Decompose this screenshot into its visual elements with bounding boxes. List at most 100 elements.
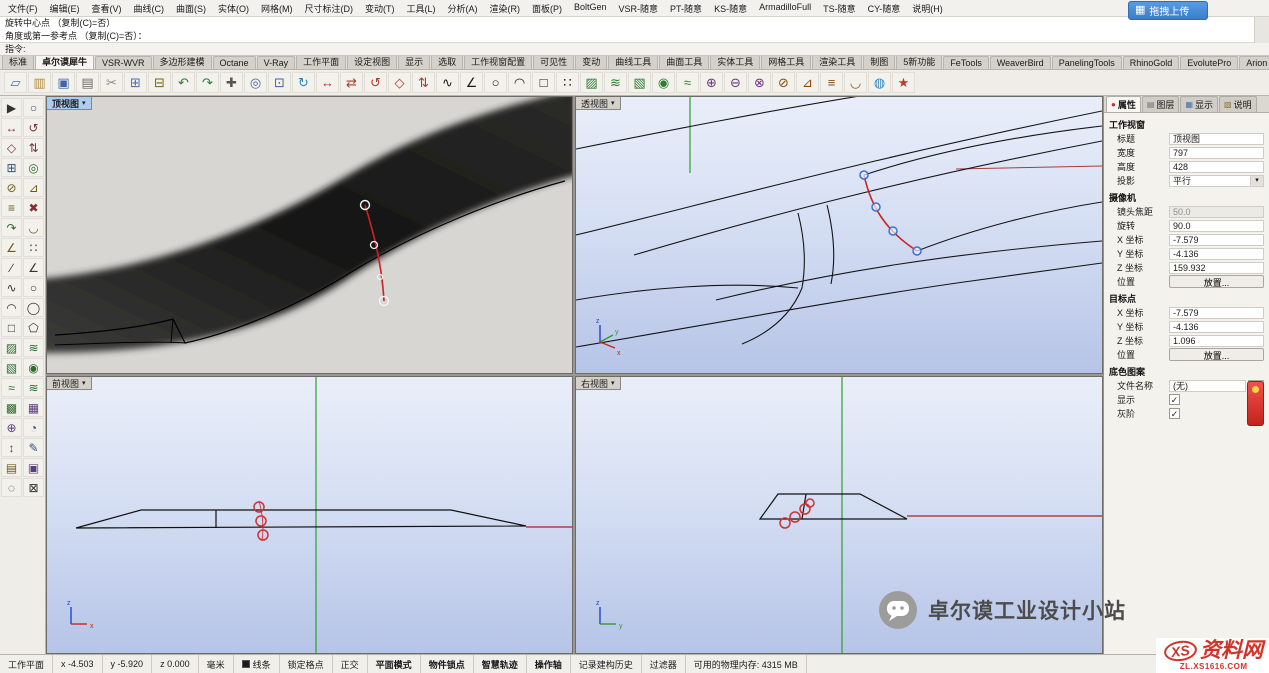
chevron-down-icon[interactable]: ▾	[611, 99, 615, 107]
circle-icon[interactable]: ○	[23, 278, 44, 297]
text-icon[interactable]: ✎	[23, 438, 44, 457]
tab-WeaverBird[interactable]: WeaverBird	[990, 56, 1051, 69]
menu-item-CY-随意[interactable]: CY-随意	[862, 1, 907, 16]
polyline-icon[interactable]: ∠	[23, 258, 44, 277]
property-value-field[interactable]: 428	[1169, 161, 1264, 173]
tab-实体工具[interactable]: 实体工具	[710, 56, 760, 69]
rotate-icon[interactable]: ↺	[23, 118, 44, 137]
property-value-field[interactable]: 50.0	[1169, 206, 1264, 218]
menu-item-说明(H)[interactable]: 说明(H)	[906, 1, 949, 16]
rectangle-icon[interactable]: □	[1, 318, 22, 337]
tab-变动[interactable]: 变动	[575, 56, 607, 69]
menu-item-ArmadilloFull[interactable]: ArmadilloFull	[753, 1, 817, 16]
menu-item-文件(F)[interactable]: 文件(F)	[2, 1, 44, 16]
lock-icon[interactable]: ⊠	[23, 478, 44, 497]
chevron-down-icon[interactable]: ▾	[1250, 176, 1263, 186]
tab-VSR-WVR[interactable]: VSR-WVR	[95, 56, 152, 69]
boolean-difference-icon[interactable]: ⊖	[724, 72, 747, 93]
tab-可见性[interactable]: 可见性	[533, 56, 574, 69]
rectangle-icon[interactable]: □	[532, 72, 555, 93]
menu-item-尺寸标注(D)[interactable]: 尺寸标注(D)	[299, 1, 360, 16]
extrude-icon[interactable]: ▧	[628, 72, 651, 93]
tab-RhinoGold[interactable]: RhinoGold	[1123, 56, 1180, 69]
hatch-icon[interactable]: ▤	[1, 458, 22, 477]
paste-icon[interactable]: ⊟	[148, 72, 171, 93]
scale-icon[interactable]: ◇	[388, 72, 411, 93]
viewport-top[interactable]: 顶视图 ▾	[46, 96, 573, 374]
mirror-icon[interactable]: ⇅	[412, 72, 435, 93]
tab-Arion[interactable]: Arion	[1239, 56, 1269, 69]
pan-icon[interactable]: ✚	[220, 72, 243, 93]
mesh-icon[interactable]: ▦	[23, 398, 44, 417]
tab-显示[interactable]: 显示	[398, 56, 430, 69]
patch-icon[interactable]: ▩	[1, 398, 22, 417]
status-layer-pane[interactable]: 线条	[234, 655, 280, 673]
viewport-front[interactable]: z x 前视图 ▾	[46, 376, 573, 654]
dimension-icon[interactable]: ↕	[1, 438, 22, 457]
panel-tab-图层[interactable]: ▤图层	[1142, 96, 1180, 112]
join-icon[interactable]: ≡	[820, 72, 843, 93]
panel-tab-属性[interactable]: ●属性	[1106, 96, 1141, 112]
status-smarttrack-toggle[interactable]: 智慧轨迹	[474, 655, 527, 673]
menu-item-KS-随意[interactable]: KS-随意	[708, 1, 753, 16]
status-history-toggle[interactable]: 记录建构历史	[571, 655, 642, 673]
tab-设定视图[interactable]: 设定视图	[347, 56, 397, 69]
menu-item-编辑(E)[interactable]: 编辑(E)	[44, 1, 86, 16]
trim-icon[interactable]: ⊘	[772, 72, 795, 93]
control-point[interactable]	[860, 171, 868, 179]
circle-icon[interactable]: ○	[484, 72, 507, 93]
copy-object-icon[interactable]: ⇄	[340, 72, 363, 93]
chevron-down-icon[interactable]: ▾	[82, 99, 86, 107]
property-value-field[interactable]: 1.096	[1169, 335, 1264, 347]
menu-item-面板(P)[interactable]: 面板(P)	[526, 1, 568, 16]
command-prompt-input[interactable]: 指令:	[0, 43, 1269, 56]
tab-曲线工具[interactable]: 曲线工具	[608, 56, 658, 69]
shaded-view-icon[interactable]: ◍	[868, 72, 891, 93]
checkbox[interactable]: ✓	[1169, 408, 1180, 419]
sweep1-icon[interactable]: ≈	[1, 378, 22, 397]
tab-EvolutePro[interactable]: EvolutePro	[1180, 56, 1238, 69]
viewport-perspective[interactable]: z y x 透视图 ▾	[575, 96, 1103, 374]
property-value-field[interactable]: -4.136	[1169, 321, 1264, 333]
viewport-title-right[interactable]: 右视图 ▾	[576, 377, 621, 390]
render-icon[interactable]: ★	[892, 72, 915, 93]
viewport-title-top[interactable]: 顶视图 ▾	[47, 97, 92, 110]
revolve-icon[interactable]: ◉	[652, 72, 675, 93]
control-point[interactable]	[889, 227, 897, 235]
polygon-icon[interactable]: ⬠	[23, 318, 44, 337]
filename-field[interactable]: (无)	[1169, 380, 1246, 392]
new-file-icon[interactable]: ▱	[4, 72, 27, 93]
property-value-field[interactable]: 90.0	[1169, 220, 1264, 232]
tab-Octane[interactable]: Octane	[213, 56, 256, 69]
print-icon[interactable]: ▤	[76, 72, 99, 93]
menu-item-VSR-随意[interactable]: VSR-随意	[613, 1, 665, 16]
menu-item-渲染(R)[interactable]: 渲染(R)	[484, 1, 527, 16]
arc-icon[interactable]: ◠	[1, 298, 22, 317]
menu-item-工具(L)[interactable]: 工具(L)	[401, 1, 442, 16]
redo-icon[interactable]: ↷	[196, 72, 219, 93]
property-value-field[interactable]: 顶视图	[1169, 133, 1264, 145]
tab-工作视窗配置[interactable]: 工作视窗配置	[464, 56, 532, 69]
arc-icon[interactable]: ◠	[508, 72, 531, 93]
hide-icon[interactable]: ◌	[1, 478, 22, 497]
panel-tab-显示[interactable]: ▦显示	[1180, 96, 1218, 112]
polyline-icon[interactable]: ∠	[460, 72, 483, 93]
property-value-field[interactable]: -7.579	[1169, 234, 1264, 246]
panel-tab-说明[interactable]: ▧说明	[1219, 96, 1257, 112]
status-planar-toggle[interactable]: 平面模式	[368, 655, 421, 673]
status-osnap-toggle[interactable]: 物件锁点	[421, 655, 474, 673]
zoom-extents-icon[interactable]: ⊡	[268, 72, 291, 93]
property-value-field[interactable]: -4.136	[1169, 248, 1264, 260]
status-ortho-toggle[interactable]: 正交	[333, 655, 368, 673]
tab-FeTools[interactable]: FeTools	[943, 56, 989, 69]
open-file-icon[interactable]: ▥	[28, 72, 51, 93]
trim-icon[interactable]: ⊘	[1, 178, 22, 197]
status-grid-snap-toggle[interactable]: 锁定格点	[280, 655, 333, 673]
undo-icon[interactable]: ↶	[172, 72, 195, 93]
projection-dropdown[interactable]: 平行▾	[1169, 175, 1264, 187]
property-value-field[interactable]: 797	[1169, 147, 1264, 159]
line-icon[interactable]: ∕	[1, 258, 22, 277]
extrude-icon[interactable]: ▧	[1, 358, 22, 377]
mirror-icon[interactable]: ⇅	[23, 138, 44, 157]
block-icon[interactable]: ▣	[23, 458, 44, 477]
